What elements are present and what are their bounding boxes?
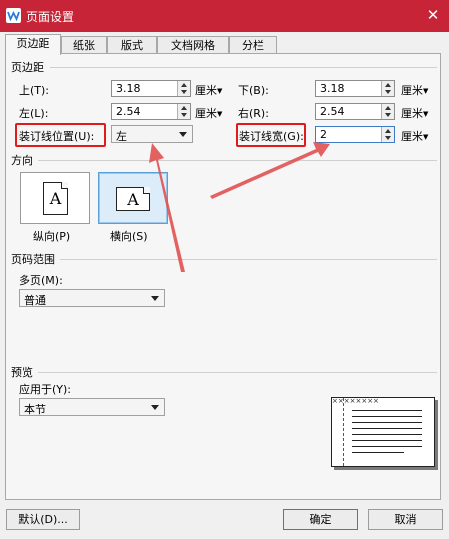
title-bar: 页面设置 ✕ <box>0 0 449 32</box>
top-margin-unit[interactable]: 厘米▼ <box>195 82 222 98</box>
bottom-margin-input[interactable]: 3.18 <box>315 80 395 97</box>
apply-to-select[interactable]: 本节 <box>19 398 165 416</box>
gutter-width-label: 装订线宽(G): <box>239 130 304 143</box>
tab-columns[interactable]: 分栏 <box>229 36 277 54</box>
wps-writer-icon <box>6 8 21 23</box>
page-preview: ×××××××× <box>331 397 435 467</box>
margins-section-title: 页边距 <box>11 61 44 74</box>
page-range-section-title: 页码范围 <box>11 253 55 266</box>
preview-text-line <box>352 428 422 429</box>
portrait-page-icon: A <box>43 182 68 215</box>
orientation-section-title: 方向 <box>11 154 33 167</box>
spin-buttons[interactable] <box>177 81 190 96</box>
gutter-width-input[interactable]: 2 <box>315 126 395 143</box>
preview-text-line <box>352 422 422 423</box>
preview-text-line <box>352 440 422 441</box>
chevron-down-icon <box>151 405 159 410</box>
left-margin-input[interactable]: 2.54 <box>111 103 191 120</box>
gutter-position-select[interactable]: 左 <box>111 125 193 143</box>
tab-paper[interactable]: 纸张 <box>61 36 107 54</box>
gutter-marks: ×××××××× <box>332 397 379 466</box>
bottom-margin-unit[interactable]: 厘米▼ <box>401 82 428 98</box>
right-margin-label: 右(R): <box>238 107 269 120</box>
chevron-down-icon <box>179 132 187 137</box>
landscape-label: 横向(S) <box>110 230 148 243</box>
tab-document-grid[interactable]: 文档网格 <box>157 36 229 54</box>
apply-to-label: 应用于(Y): <box>19 383 72 396</box>
spin-buttons[interactable] <box>177 104 190 119</box>
bottom-margin-label: 下(B): <box>238 84 269 97</box>
preview-text-line <box>352 452 404 453</box>
tab-layout[interactable]: 版式 <box>107 36 157 54</box>
chevron-down-icon <box>151 296 159 301</box>
cancel-button[interactable]: 取消 <box>368 509 443 530</box>
section-divider <box>50 67 437 68</box>
section-divider <box>38 160 437 161</box>
spin-buttons[interactable] <box>381 127 394 142</box>
multiple-pages-label: 多页(M): <box>19 274 63 287</box>
gutter-width-unit[interactable]: 厘米▼ <box>401 128 428 144</box>
top-margin-input[interactable]: 3.18 <box>111 80 191 97</box>
portrait-label: 纵向(P) <box>33 230 71 243</box>
window-title: 页面设置 <box>26 10 75 24</box>
top-margin-label: 上(T): <box>19 84 50 97</box>
ok-button[interactable]: 确定 <box>283 509 358 530</box>
default-button[interactable]: 默认(D)... <box>6 509 80 530</box>
gutter-position-label: 装订线位置(U): <box>19 130 95 143</box>
portrait-option[interactable]: A <box>20 172 90 224</box>
landscape-page-icon: A <box>116 187 150 211</box>
landscape-option[interactable]: A <box>98 172 168 224</box>
tab-margins[interactable]: 页边距 <box>5 34 61 55</box>
preview-text-line <box>352 434 422 435</box>
multiple-pages-select[interactable]: 普通 <box>19 289 165 307</box>
close-icon[interactable]: ✕ <box>421 4 445 26</box>
preview-section-title: 预览 <box>11 366 33 379</box>
left-margin-unit[interactable]: 厘米▼ <box>195 105 222 121</box>
spin-buttons[interactable] <box>381 81 394 96</box>
preview-text-line <box>352 410 422 411</box>
section-divider <box>38 372 437 373</box>
preview-text-line <box>352 416 422 417</box>
right-margin-unit[interactable]: 厘米▼ <box>401 105 428 121</box>
section-divider <box>60 259 437 260</box>
spin-buttons[interactable] <box>381 104 394 119</box>
left-margin-label: 左(L): <box>19 107 49 120</box>
right-margin-input[interactable]: 2.54 <box>315 103 395 120</box>
preview-text-line <box>352 446 422 447</box>
